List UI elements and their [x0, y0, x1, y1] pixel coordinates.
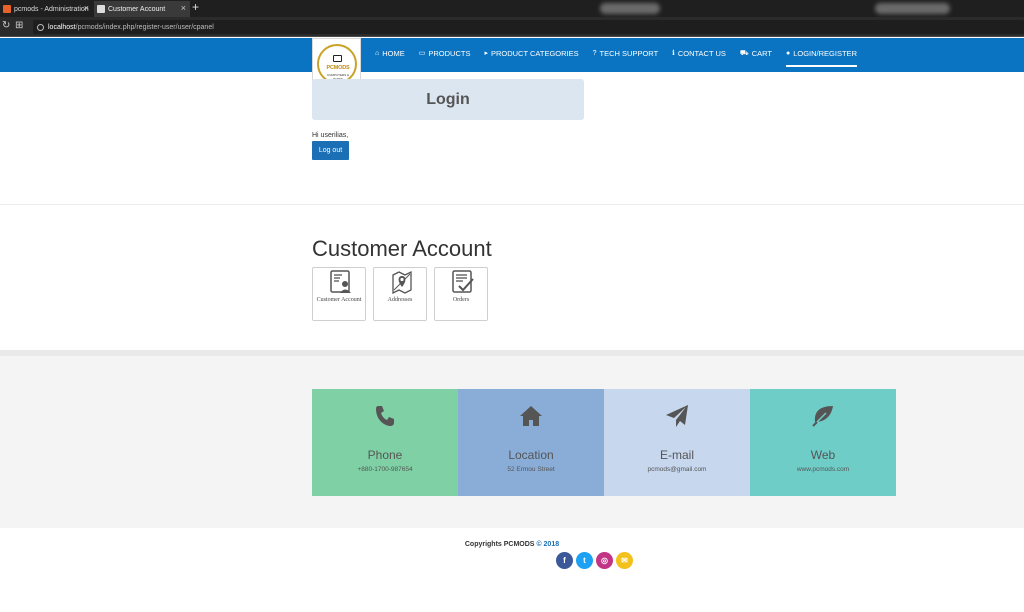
- contact-title: Phone: [367, 448, 403, 462]
- phone-icon: [376, 406, 394, 426]
- customer-account-card[interactable]: Customer Account: [312, 267, 366, 321]
- menu-item-products[interactable]: ▭ PRODUCTS: [419, 38, 471, 68]
- contact-value: 52 Ermou Street: [507, 466, 555, 473]
- url-path: /pcmods/index.php/register-user/user/cpa…: [75, 23, 214, 31]
- contact-title: Location: [508, 448, 554, 462]
- menu-label: PRODUCT CATEGORIES: [490, 48, 579, 58]
- leaf-icon: [812, 406, 833, 427]
- email-icon[interactable]: ✉: [616, 552, 633, 569]
- logo-text: PCMODS: [326, 65, 350, 71]
- browser-tab-bar: pcmods - Administration × Customer Accou…: [0, 0, 1024, 17]
- card-label: Addresses: [387, 297, 413, 303]
- page-favicon-icon: [97, 5, 105, 13]
- blurred-profile-area: [875, 3, 950, 14]
- facebook-icon[interactable]: f: [556, 552, 573, 569]
- home-icon: ⌂: [375, 49, 380, 57]
- menu-label: TECH SUPPORT: [599, 48, 659, 58]
- customer-account-icon: [330, 270, 351, 293]
- monitor-icon: ▭: [418, 50, 426, 57]
- browser-toolbar: ↻ ⊞ localhost /pcmods/index.php/register…: [0, 17, 1024, 37]
- new-tab-icon[interactable]: +: [192, 0, 199, 14]
- menu-label: CART: [751, 48, 772, 58]
- menu-item-cart[interactable]: ⛟ CART: [740, 38, 772, 68]
- copyright-label: Copyrights PCMODS: [464, 541, 535, 548]
- tab-title: Customer Account: [108, 5, 166, 13]
- addresses-card[interactable]: Addresses: [373, 267, 427, 321]
- home-icon: [520, 406, 542, 426]
- browser-tab-customer-account[interactable]: Customer Account ×: [94, 1, 190, 17]
- menu-label: CONTACT US: [677, 48, 726, 58]
- map-pin-icon: [392, 270, 412, 294]
- blurred-tab-area: [600, 3, 660, 14]
- card-label: Orders: [452, 297, 470, 303]
- logout-button[interactable]: Log out: [312, 141, 349, 160]
- menu-item-home[interactable]: ⌂ HOME: [375, 38, 405, 68]
- reload-icon[interactable]: ↻: [2, 20, 10, 31]
- contact-title: Web: [810, 448, 836, 462]
- monitor-icon: [333, 55, 342, 62]
- menu-item-login-register[interactable]: ● LOGIN/REGISTER: [785, 38, 857, 68]
- contact-value: pcmods@gmail.com: [647, 466, 707, 473]
- checklist-icon: [452, 270, 474, 293]
- info-icon: ℹ: [672, 50, 675, 57]
- user-icon: ●: [785, 49, 791, 57]
- site-info-icon[interactable]: [37, 23, 44, 31]
- menu-item-product-categories[interactable]: ▸ PRODUCT CATEGORIES: [484, 38, 578, 68]
- copyright-text: Copyrights PCMODS © 2018: [412, 541, 612, 548]
- contact-phone-box: Phone +880-1700-987654: [312, 389, 458, 496]
- close-tab-icon[interactable]: ×: [181, 3, 186, 13]
- menu-label: PRODUCTS: [428, 48, 471, 58]
- menu-item-tech-support[interactable]: ? TECH SUPPORT: [593, 38, 659, 68]
- paper-plane-icon: [666, 405, 688, 427]
- question-icon: ?: [592, 49, 597, 57]
- contact-value: www.pcmods.com: [796, 466, 850, 473]
- card-label: Customer Account: [316, 297, 362, 303]
- copyright-year: © 2018: [536, 541, 560, 548]
- menu-item-contact-us[interactable]: ℹ CONTACT US: [672, 38, 726, 68]
- instagram-icon[interactable]: ◎: [596, 552, 613, 569]
- login-heading-box: Login: [312, 79, 584, 120]
- greeting-text: Hi userilias,: [312, 132, 349, 139]
- menu-label: HOME: [382, 48, 405, 58]
- apps-grid-icon[interactable]: ⊞: [15, 20, 23, 31]
- url-host: localhost: [48, 23, 76, 31]
- close-tab-icon[interactable]: ×: [84, 3, 89, 13]
- section-divider: [0, 204, 1024, 205]
- twitter-icon[interactable]: t: [576, 552, 593, 569]
- browser-tab-admin[interactable]: pcmods - Administration ×: [0, 1, 93, 17]
- orders-card[interactable]: Orders: [434, 267, 488, 321]
- main-menu: ⌂ HOME ▭ PRODUCTS ▸ PRODUCT CATEGORIES ?…: [375, 38, 871, 68]
- pointer-icon: ▸: [484, 50, 488, 57]
- logo-badge: PCMODS COMPUTERS & PARTS: [317, 44, 357, 84]
- contact-location-box: Location 52 Ermou Street: [458, 389, 604, 496]
- contact-email-box: E-mail pcmods@gmail.com: [604, 389, 750, 496]
- cart-icon: ⛟: [739, 49, 749, 57]
- menu-label: LOGIN/REGISTER: [793, 48, 857, 58]
- contact-value: +880-1700-987654: [357, 466, 413, 473]
- social-links: f t ◎ ✉: [556, 552, 636, 569]
- tab-title: pcmods - Administration: [14, 5, 89, 13]
- contact-web-box: Web www.pcmods.com: [750, 389, 896, 496]
- contact-title: E-mail: [659, 448, 694, 462]
- page-title: Customer Account: [312, 236, 492, 261]
- admin-favicon-icon: [3, 5, 11, 13]
- address-bar[interactable]: localhost /pcmods/index.php/register-use…: [33, 20, 1024, 34]
